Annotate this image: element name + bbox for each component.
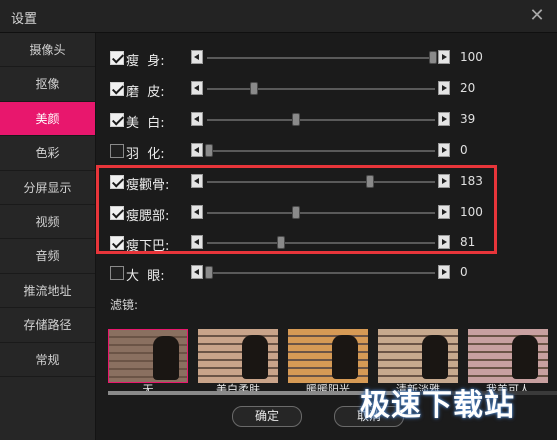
slider-track[interactable] — [207, 150, 435, 152]
filter-thumbnail[interactable] — [108, 329, 188, 383]
sidebar-item[interactable]: 视频 — [0, 205, 95, 240]
slider-track[interactable] — [207, 212, 435, 214]
slider-checkbox[interactable] — [110, 266, 124, 280]
filter-strip — [108, 329, 557, 387]
slider-row: 瘦下巴: 81 — [110, 232, 550, 254]
increase-arrow-icon[interactable] — [438, 50, 450, 64]
increase-arrow-icon[interactable] — [438, 143, 450, 157]
slider-checkbox[interactable] — [110, 144, 124, 158]
increase-arrow-icon[interactable] — [438, 265, 450, 279]
slider-label: 磨 皮: — [126, 85, 165, 100]
slider-label: 大 眼: — [126, 269, 165, 284]
increase-arrow-icon[interactable] — [438, 112, 450, 126]
sidebar-item[interactable]: 抠像 — [0, 67, 95, 102]
filter-thumbnail[interactable] — [378, 329, 458, 383]
increase-arrow-icon[interactable] — [438, 235, 450, 249]
increase-arrow-icon[interactable] — [438, 174, 450, 188]
slider-value: 100 — [460, 205, 483, 219]
slider-label: 瘦颧骨: — [126, 178, 170, 193]
slider-thumb[interactable] — [205, 144, 213, 157]
slider-thumb[interactable] — [429, 51, 437, 64]
increase-arrow-icon[interactable] — [438, 205, 450, 219]
slider-value: 0 — [460, 265, 468, 279]
filter-preview-figure — [153, 336, 179, 380]
slider-checkbox[interactable] — [110, 82, 124, 96]
slider-thumb[interactable] — [205, 266, 213, 279]
slider-checkbox[interactable] — [110, 206, 124, 220]
slider-label: 瘦腮部: — [126, 209, 170, 224]
decrease-arrow-icon[interactable] — [191, 143, 203, 157]
slider-row: 瘦颧骨: 183 — [110, 171, 550, 193]
sidebar-item[interactable]: 分屏显示 — [0, 171, 95, 205]
slider-track[interactable] — [207, 242, 435, 244]
slider-thumb[interactable] — [366, 175, 375, 188]
slider-thumb[interactable] — [292, 113, 301, 126]
slider-row: 美 白: 39 — [110, 109, 550, 131]
slider-track[interactable] — [207, 272, 435, 274]
settings-sidebar: 摄像头 抠像 美颜 色彩 分屏显示 视频 音频 推流地址 存储路径 常规 — [0, 33, 96, 440]
slider-label: 羽 化: — [126, 147, 165, 162]
slider-row: 磨 皮: 20 — [110, 78, 550, 100]
sidebar-item[interactable]: 存储路径 — [0, 308, 95, 343]
sidebar-item[interactable]: 美颜 — [0, 101, 95, 137]
slider-row: 瘦 身: 100 — [110, 47, 550, 69]
filter-preview-figure — [422, 335, 448, 379]
slider-row: 大 眼: 0 — [110, 262, 550, 284]
decrease-arrow-icon[interactable] — [191, 205, 203, 219]
filter-thumbnail[interactable] — [288, 329, 368, 383]
slider-value: 39 — [460, 112, 476, 126]
sidebar-item[interactable]: 常规 — [0, 343, 95, 377]
slider-checkbox[interactable] — [110, 175, 124, 189]
ok-button[interactable]: 确定 — [232, 406, 302, 427]
slider-value: 100 — [460, 50, 483, 64]
slider-value: 81 — [460, 235, 476, 249]
slider-track[interactable] — [207, 181, 435, 183]
slider-row: 羽 化: 0 — [110, 140, 550, 162]
window-title: 设置 — [11, 12, 38, 27]
watermark-text: 极速下载站 — [360, 388, 515, 423]
decrease-arrow-icon[interactable] — [191, 265, 203, 279]
decrease-arrow-icon[interactable] — [191, 112, 203, 126]
slider-checkbox[interactable] — [110, 236, 124, 250]
slider-thumb[interactable] — [276, 236, 285, 249]
decrease-arrow-icon[interactable] — [191, 235, 203, 249]
slider-label: 美 白: — [126, 116, 165, 131]
filter-preview-figure — [242, 335, 268, 379]
filter-preview-figure — [332, 335, 358, 379]
filter-thumbnail[interactable] — [468, 329, 548, 383]
beauty-settings-panel: 瘦 身: 100 磨 皮: 20 美 白: 39 羽 化: 0 瘦颧骨: 183 瘦腮部: 100 瘦下… — [97, 33, 557, 440]
slider-value: 20 — [460, 81, 476, 95]
slider-checkbox[interactable] — [110, 113, 124, 127]
slider-track[interactable] — [207, 88, 435, 90]
filter-thumbnail[interactable] — [198, 329, 278, 383]
title-bar: 设置 ✕ — [0, 0, 557, 33]
decrease-arrow-icon[interactable] — [191, 50, 203, 64]
sidebar-item[interactable]: 色彩 — [0, 136, 95, 171]
slider-value: 183 — [460, 174, 483, 188]
sidebar-item[interactable]: 音频 — [0, 239, 95, 274]
slider-label: 瘦 身: — [126, 54, 165, 69]
slider-value: 0 — [460, 143, 468, 157]
sidebar-item[interactable]: 摄像头 — [0, 33, 95, 68]
close-icon[interactable]: ✕ — [527, 6, 547, 26]
slider-label: 瘦下巴: — [126, 239, 170, 254]
filter-preview-figure — [512, 335, 538, 379]
slider-thumb[interactable] — [249, 82, 258, 95]
filters-label: 滤镜: — [110, 298, 139, 312]
decrease-arrow-icon[interactable] — [191, 81, 203, 95]
slider-track[interactable] — [207, 119, 435, 121]
slider-track[interactable] — [207, 57, 435, 59]
decrease-arrow-icon[interactable] — [191, 174, 203, 188]
slider-row: 瘦腮部: 100 — [110, 202, 550, 224]
slider-checkbox[interactable] — [110, 51, 124, 65]
sidebar-item[interactable]: 推流地址 — [0, 274, 95, 309]
increase-arrow-icon[interactable] — [438, 81, 450, 95]
slider-thumb[interactable] — [292, 206, 301, 219]
